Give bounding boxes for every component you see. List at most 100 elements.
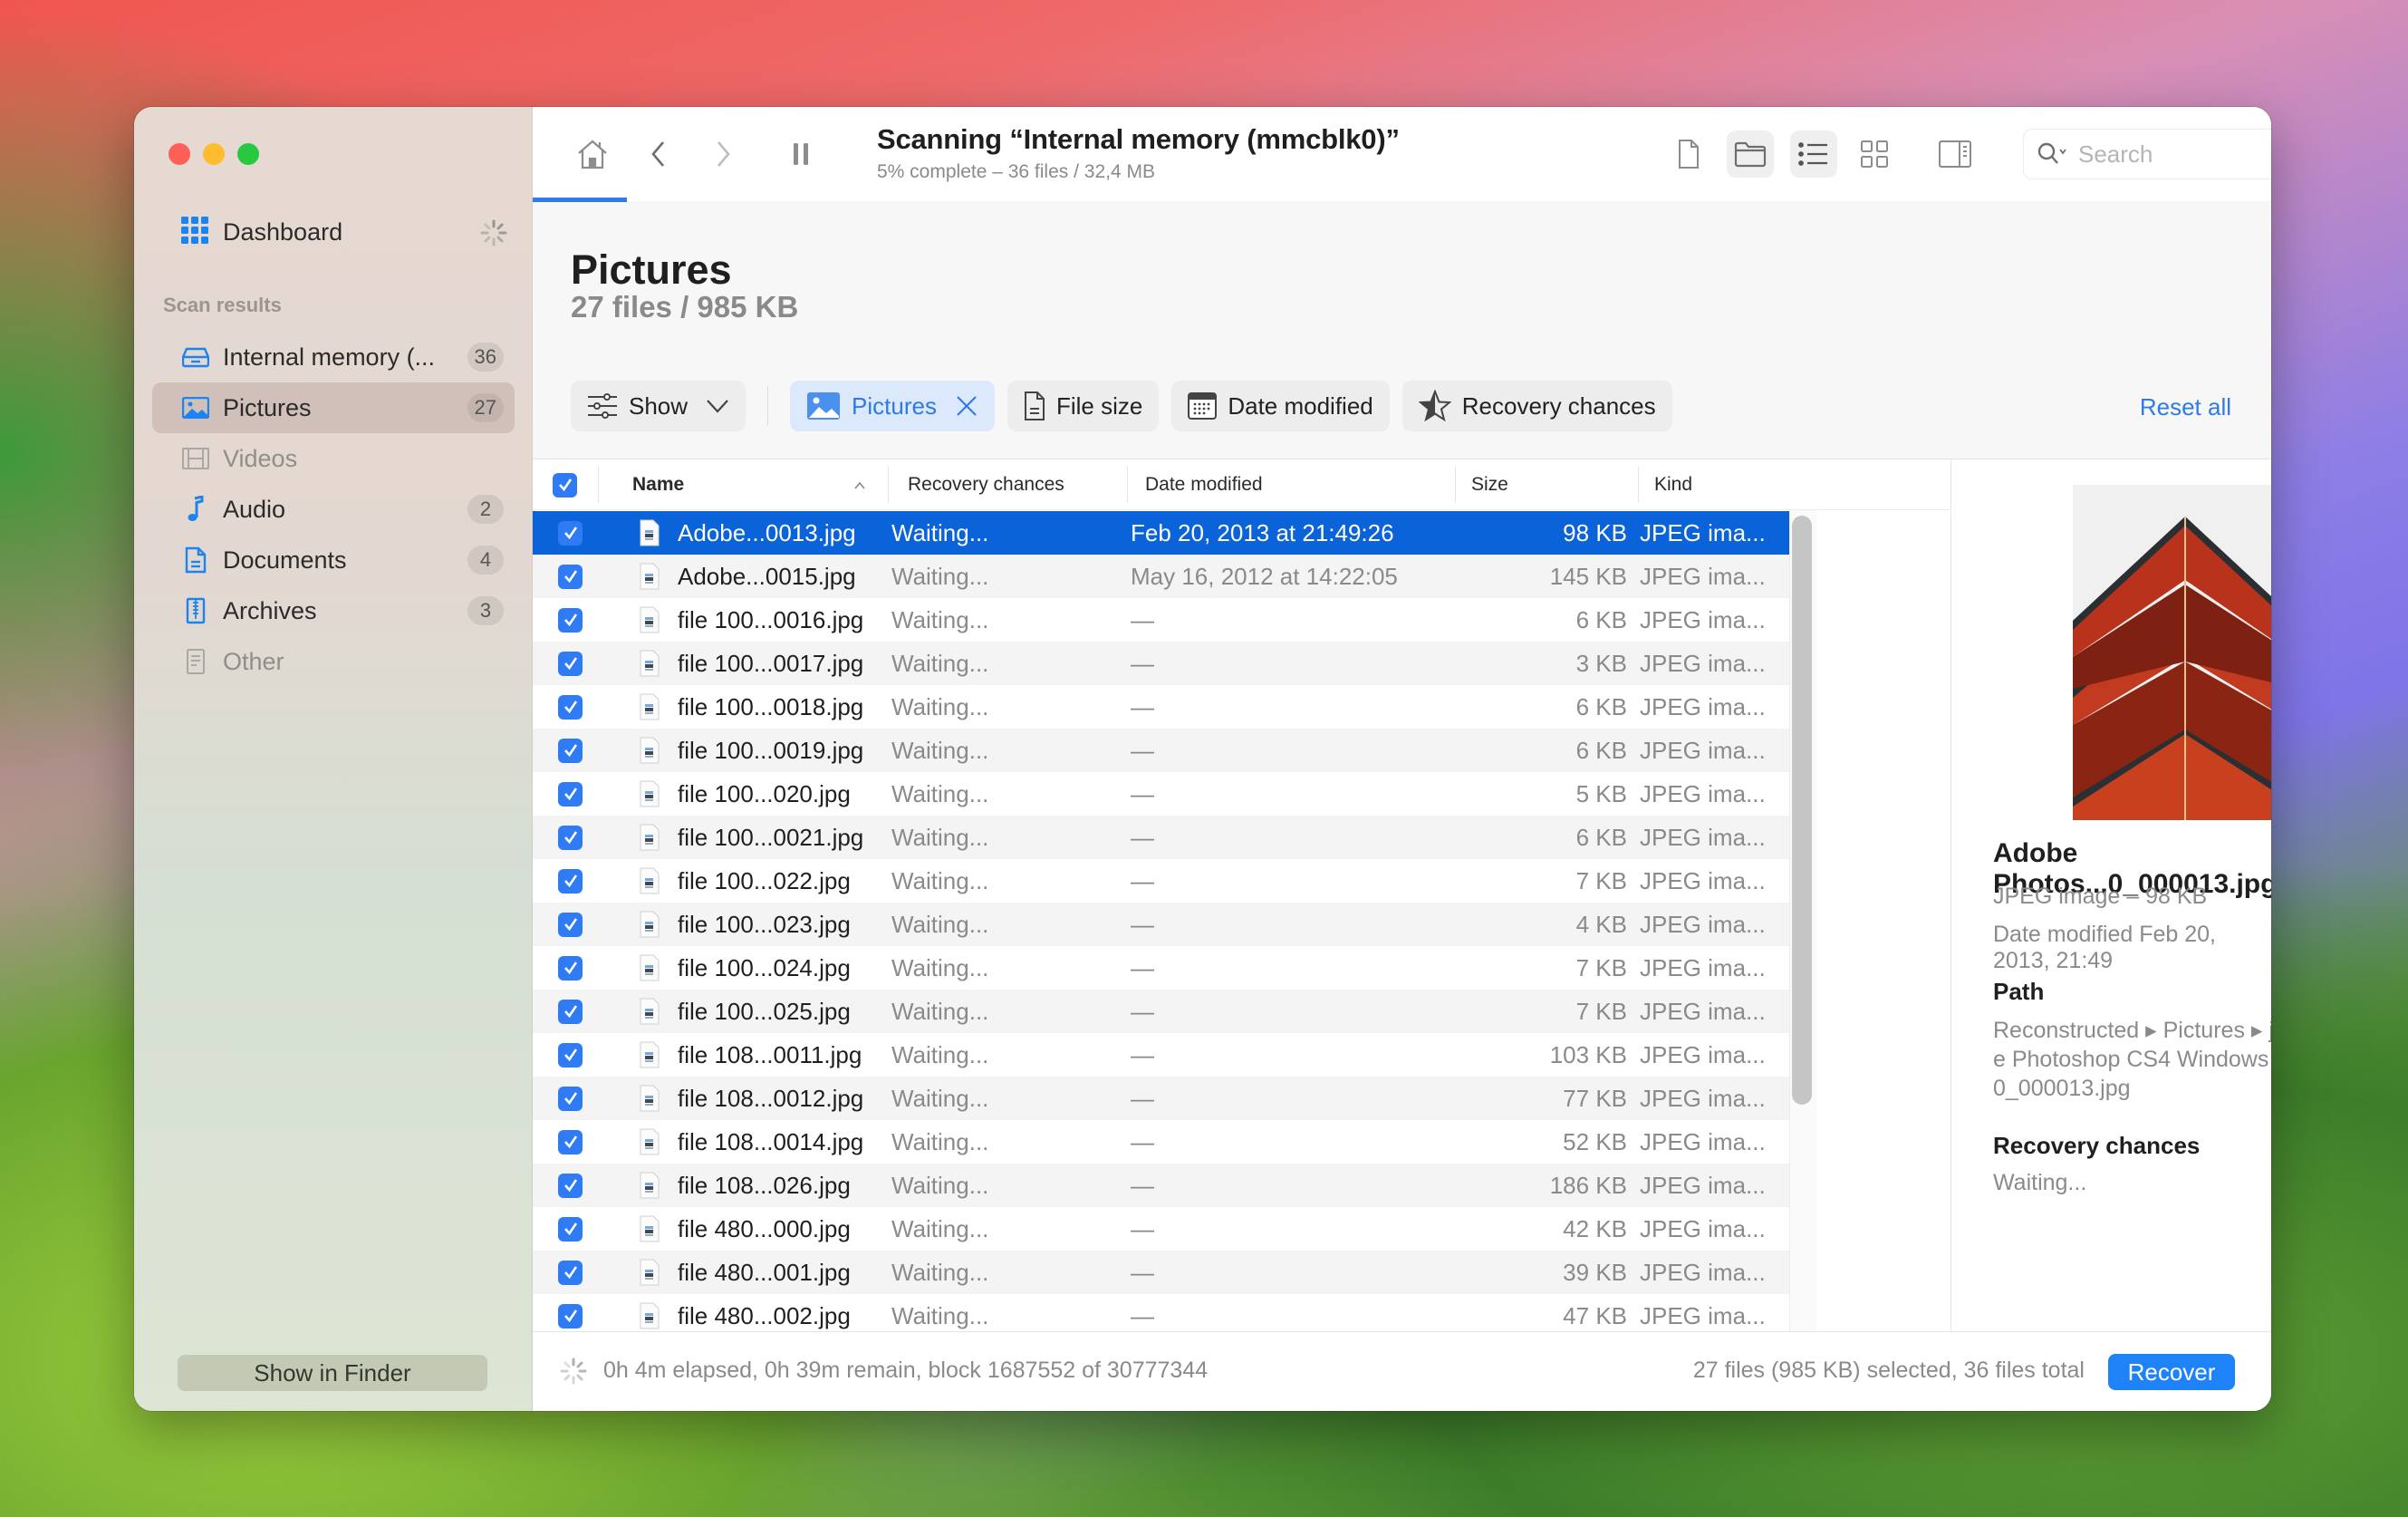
recover-button[interactable]: Recover [2108, 1354, 2235, 1390]
search-input[interactable] [2078, 140, 2271, 169]
column-header-date[interactable]: Date modified [1127, 459, 1455, 510]
file-size-label: File size [1055, 391, 1143, 420]
table-row[interactable]: file 480...001.jpg Waiting... — 39 KB JPEG i… [533, 1251, 1789, 1294]
home-button[interactable] [569, 130, 616, 178]
sidebar-item-label: Audio [223, 495, 286, 523]
column-header-recovery[interactable]: Recovery chances [888, 459, 1127, 510]
filter-bar: Show Pictures File size Date modified Re… [571, 381, 1672, 431]
sidebar-item-archives[interactable]: Archives 3 [152, 585, 515, 636]
recovery-chances-filter[interactable]: Recovery chances [1401, 381, 1672, 431]
file-size-filter[interactable]: File size [1007, 381, 1160, 431]
row-checkbox[interactable] [558, 729, 583, 772]
sidebar-item-pictures[interactable]: Pictures 27 [152, 382, 515, 433]
date-modified-filter[interactable]: Date modified [1171, 381, 1390, 431]
row-checkbox[interactable] [558, 511, 583, 555]
file-name: file 100...020.jpg [678, 779, 851, 807]
recovery-chance: Waiting... [891, 1171, 989, 1199]
row-checkbox[interactable] [558, 1164, 583, 1207]
checkmark-icon [563, 614, 577, 627]
recovery-chance: Waiting... [891, 1084, 989, 1112]
scan-title: Scanning “Internal memory (mmcblk0)” [877, 123, 1400, 155]
sidebar-item-audio[interactable]: Audio 2 [152, 484, 515, 535]
sidebar-item-documents[interactable]: Documents 4 [152, 535, 515, 585]
preview-path-heading: Path [1993, 978, 2045, 1005]
row-checkbox[interactable] [558, 990, 583, 1033]
table-row[interactable]: file 100...023.jpg Waiting... — 4 KB JPEG im… [533, 903, 1789, 946]
checkbox [558, 520, 583, 546]
sidebar-item-internal-memory[interactable]: Internal memory (... 36 [152, 332, 515, 382]
file-view-button[interactable] [1665, 130, 1712, 178]
row-checkbox[interactable] [558, 1207, 583, 1251]
sidebar-item-dashboard[interactable]: Dashboard [181, 208, 507, 256]
list-view-button[interactable] [1790, 130, 1837, 178]
row-checkbox[interactable] [558, 685, 583, 729]
jpeg-file-icon [640, 816, 660, 859]
table-row[interactable]: file 100...0016.jpg Waiting... — 6 KB JPEG i… [533, 598, 1789, 642]
table-row[interactable]: file 108...026.jpg Waiting... — 186 KB JPEG … [533, 1164, 1789, 1207]
row-checkbox[interactable] [558, 1033, 583, 1077]
row-checkbox[interactable] [558, 1294, 583, 1331]
row-checkbox[interactable] [558, 555, 583, 598]
column-header-kind[interactable]: Kind [1638, 459, 1789, 510]
table-row[interactable]: file 108...0014.jpg Waiting... — 52 KB JPEG … [533, 1120, 1789, 1164]
maximize-window-button[interactable] [237, 143, 259, 165]
table-row[interactable]: file 108...0011.jpg Waiting... — 103 KB JPEG… [533, 1033, 1789, 1077]
toggle-preview-button[interactable] [1931, 130, 1979, 178]
pause-scan-button[interactable] [777, 130, 824, 178]
row-checkbox[interactable] [558, 1077, 583, 1120]
sidebar-item-videos[interactable]: Videos [152, 433, 515, 484]
jpeg-file-icon [640, 772, 660, 816]
row-checkbox[interactable] [558, 1251, 583, 1294]
row-checkbox[interactable] [558, 816, 583, 859]
column-header-name[interactable]: Name [598, 459, 888, 510]
file-size: 77 KB [1563, 1084, 1627, 1112]
row-checkbox[interactable] [558, 946, 583, 990]
table-row[interactable]: file 100...022.jpg Waiting... — 7 KB JPEG im… [533, 859, 1789, 903]
column-label: Name [632, 474, 685, 495]
reset-all-link[interactable]: Reset all [2140, 393, 2231, 421]
table-row[interactable]: Adobe...0013.jpg Waiting... Feb 20, 2013 a… [533, 511, 1789, 555]
back-button[interactable] [635, 130, 682, 178]
search-field[interactable] [2023, 129, 2271, 179]
table-row[interactable]: Adobe...0015.jpg Waiting... May 16, 2012 a… [533, 555, 1789, 598]
table-row[interactable]: file 480...000.jpg Waiting... — 42 KB JPEG i… [533, 1207, 1789, 1251]
pictures-filter-chip[interactable]: Pictures [790, 381, 995, 431]
grid-view-button[interactable] [1851, 130, 1898, 178]
row-checkbox[interactable] [558, 598, 583, 642]
row-checkbox[interactable] [558, 772, 583, 816]
select-all-checkbox[interactable] [553, 459, 577, 510]
table-row[interactable]: file 100...0018.jpg Waiting... — 6 KB JPEG i… [533, 685, 1789, 729]
table-row[interactable]: file 100...0019.jpg Waiting... — 6 KB JPEG i… [533, 729, 1789, 772]
row-checkbox[interactable] [558, 859, 583, 903]
table-row[interactable]: file 100...0021.jpg Waiting... — 6 KB JPEG i… [533, 816, 1789, 859]
date-modified: — [1131, 1214, 1154, 1242]
checkmark-icon [563, 744, 577, 758]
row-checkbox[interactable] [558, 642, 583, 685]
row-checkbox[interactable] [558, 1120, 583, 1164]
checkbox [558, 1129, 583, 1155]
table-row[interactable]: file 480...002.jpg Waiting... — 47 KB JPEG i… [533, 1294, 1789, 1331]
close-window-button[interactable] [169, 143, 190, 165]
table-row[interactable]: file 100...025.jpg Waiting... — 7 KB JPEG im… [533, 990, 1789, 1033]
show-filter-dropdown[interactable]: Show [571, 381, 746, 431]
folder-view-button[interactable] [1727, 130, 1774, 178]
table-row[interactable]: file 100...024.jpg Waiting... — 7 KB JPEG im… [533, 946, 1789, 990]
show-in-finder-button[interactable]: Show in Finder [178, 1355, 487, 1391]
table-row[interactable]: file 100...0017.jpg Waiting... — 3 KB JPEG i… [533, 642, 1789, 685]
row-checkbox[interactable] [558, 903, 583, 946]
recovery-chance: Waiting... [891, 1214, 989, 1242]
table-row[interactable]: file 100...020.jpg Waiting... — 5 KB JPEG im… [533, 772, 1789, 816]
column-header-size[interactable]: Size [1455, 459, 1638, 510]
file-name: file 100...023.jpg [678, 910, 851, 938]
music-note-icon [181, 496, 210, 522]
file-name: file 100...0019.jpg [678, 736, 864, 764]
checkmark-icon [563, 1222, 577, 1236]
sidebar-item-other[interactable]: Other [152, 636, 515, 687]
dashboard-label: Dashboard [223, 217, 343, 246]
forward-button[interactable] [699, 130, 746, 178]
vertical-scrollbar[interactable] [1792, 516, 1812, 1105]
table-row[interactable]: file 108...0012.jpg Waiting... — 77 KB JPEG … [533, 1077, 1789, 1120]
minimize-window-button[interactable] [203, 143, 225, 165]
checkbox [558, 1086, 583, 1111]
checkmark-icon [563, 570, 577, 584]
